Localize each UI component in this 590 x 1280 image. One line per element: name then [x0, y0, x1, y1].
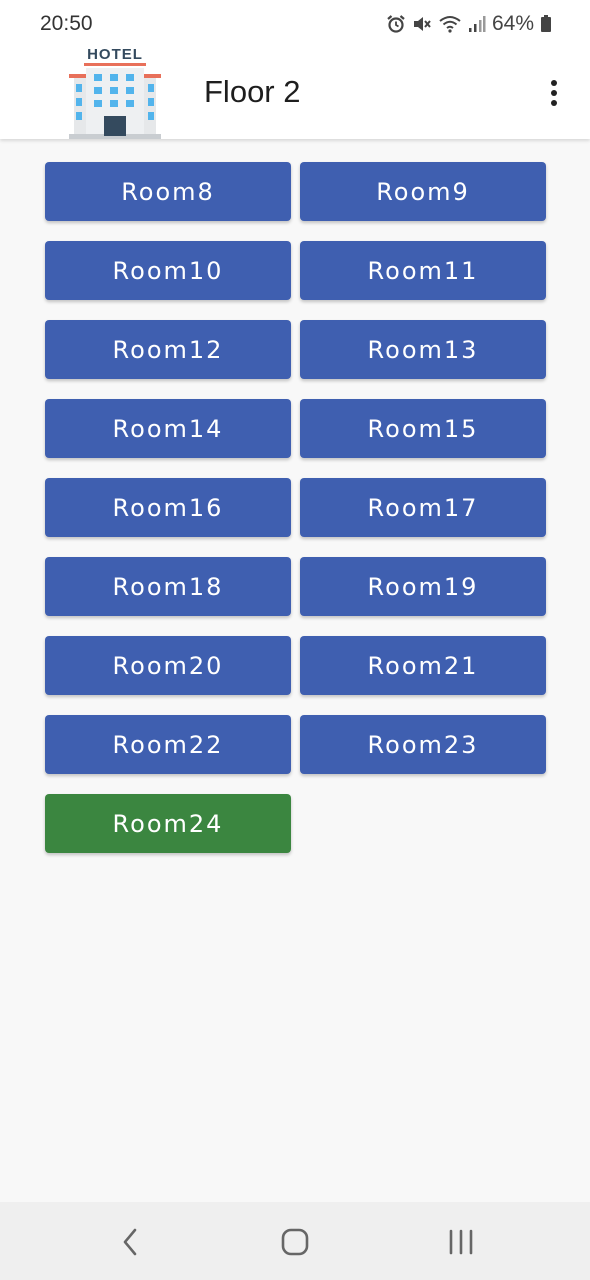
- status-icons: 64%: [386, 12, 552, 36]
- room-button-23[interactable]: Room23: [300, 715, 546, 774]
- mute-icon: [412, 14, 432, 34]
- navigation-bar: [0, 1202, 590, 1280]
- status-bar: 20:50 64%: [0, 0, 590, 46]
- status-time: 20:50: [40, 12, 93, 35]
- room-button-12[interactable]: Room12: [45, 320, 291, 379]
- app-bar: HOTEL Floor 2: [0, 42, 590, 139]
- menu-dot: [551, 100, 557, 106]
- wifi-icon: [438, 14, 462, 34]
- room-button-19[interactable]: Room19: [300, 557, 546, 616]
- room-grid: Room8 Room9 Room10 Room11 Room12 Room13 …: [45, 162, 546, 853]
- room-button-8[interactable]: Room8: [45, 162, 291, 221]
- room-button-22[interactable]: Room22: [45, 715, 291, 774]
- overflow-menu-icon[interactable]: [540, 78, 568, 108]
- signal-icon: [468, 14, 486, 34]
- menu-dot: [551, 80, 557, 86]
- room-button-16[interactable]: Room16: [45, 478, 291, 537]
- room-button-11[interactable]: Room11: [300, 241, 546, 300]
- room-button-20[interactable]: Room20: [45, 636, 291, 695]
- room-button-13[interactable]: Room13: [300, 320, 546, 379]
- alarm-icon: [386, 14, 406, 34]
- room-button-10[interactable]: Room10: [45, 241, 291, 300]
- room-button-18[interactable]: Room18: [45, 557, 291, 616]
- menu-dot: [551, 90, 557, 96]
- back-icon[interactable]: [110, 1226, 150, 1258]
- top-area: 20:50 64% HOTEL Floor 2: [0, 0, 590, 139]
- room-button-9[interactable]: Room9: [300, 162, 546, 221]
- recents-icon[interactable]: [441, 1226, 481, 1258]
- room-button-17[interactable]: Room17: [300, 478, 546, 537]
- room-button-15[interactable]: Room15: [300, 399, 546, 458]
- battery-percentage: 64%: [491, 12, 534, 35]
- battery-icon: [540, 14, 552, 34]
- hotel-logo-text: HOTEL: [87, 46, 143, 63]
- page-title: Floor 2: [204, 74, 301, 109]
- room-button-24[interactable]: Room24: [45, 794, 291, 853]
- room-button-14[interactable]: Room14: [45, 399, 291, 458]
- room-button-21[interactable]: Room21: [300, 636, 546, 695]
- home-icon[interactable]: [275, 1226, 315, 1258]
- hotel-logo-icon: HOTEL: [66, 44, 164, 140]
